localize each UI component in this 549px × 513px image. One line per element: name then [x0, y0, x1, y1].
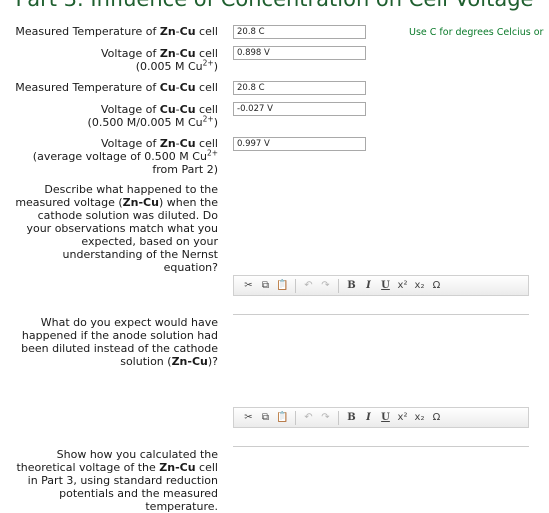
special-character-icon[interactable]: Ω: [428, 409, 445, 426]
zn-cu-temperature-input[interactable]: [233, 25, 366, 39]
answer-editor-1[interactable]: [233, 296, 529, 315]
superscript-button[interactable]: x²: [394, 277, 411, 294]
copy-icon[interactable]: ⧉: [257, 277, 274, 294]
italic-button[interactable]: I: [360, 277, 377, 294]
page-title: Part 3. Influence of Concentration on Ce…: [0, 0, 549, 11]
toolbar-divider: [295, 278, 296, 293]
bold-button[interactable]: B: [343, 409, 360, 426]
cu-cu-temperature-label: Measured Temperature of Cu-Cu cell: [15, 81, 218, 94]
undo-icon[interactable]: ↶: [300, 409, 317, 426]
bold-button[interactable]: B: [343, 277, 360, 294]
subscript-button[interactable]: x₂: [411, 409, 428, 426]
superscript-button[interactable]: x²: [394, 409, 411, 426]
zn-cu-voltage-label: Voltage of Zn-Cu cell (0.005 M Cu2+): [101, 47, 218, 73]
special-character-icon[interactable]: Ω: [428, 277, 445, 294]
copy-icon[interactable]: ⧉: [257, 409, 274, 426]
cut-icon[interactable]: ✂: [240, 409, 257, 426]
redo-icon[interactable]: ↷: [317, 409, 334, 426]
cu-cu-voltage-input[interactable]: [233, 102, 366, 116]
toolbar-divider: [295, 410, 296, 425]
question-cathode-dilution: Describe what happened to the measured v…: [15, 183, 218, 274]
underline-button[interactable]: U: [377, 277, 394, 294]
paste-icon[interactable]: 📋: [274, 409, 291, 426]
cu-cu-temperature-input[interactable]: [233, 81, 366, 95]
underline-button[interactable]: U: [377, 409, 394, 426]
toolbar-divider: [338, 278, 339, 293]
toolbar-divider: [338, 410, 339, 425]
zn-cu-average-voltage-label: Voltage of Zn-Cu cell (average voltage o…: [32, 137, 218, 176]
units-hint: Use C for degrees Celcius or: [409, 27, 544, 38]
question-theoretical-voltage: Show how you calculated the theoretical …: [16, 448, 218, 513]
subscript-button[interactable]: x₂: [411, 277, 428, 294]
zn-cu-average-voltage-input[interactable]: [233, 137, 366, 151]
paste-icon[interactable]: 📋: [274, 277, 291, 294]
answer-editor-2[interactable]: [233, 428, 529, 447]
cut-icon[interactable]: ✂: [240, 277, 257, 294]
editor-toolbar-2: ✂ ⧉ 📋 ↶ ↷ B I U x² x₂ Ω: [233, 407, 529, 428]
undo-icon[interactable]: ↶: [300, 277, 317, 294]
cu-cu-voltage-label: Voltage of Cu-Cu cell (0.500 M/0.005 M C…: [87, 103, 218, 129]
redo-icon[interactable]: ↷: [317, 277, 334, 294]
zn-cu-voltage-input[interactable]: [233, 46, 366, 60]
zn-cu-temperature-label: Measured Temperature of Zn-Cu cell: [15, 25, 218, 38]
question-anode-dilution: What do you expect would have happened i…: [21, 316, 218, 368]
italic-button[interactable]: I: [360, 409, 377, 426]
editor-toolbar-1: ✂ ⧉ 📋 ↶ ↷ B I U x² x₂ Ω: [233, 275, 529, 296]
